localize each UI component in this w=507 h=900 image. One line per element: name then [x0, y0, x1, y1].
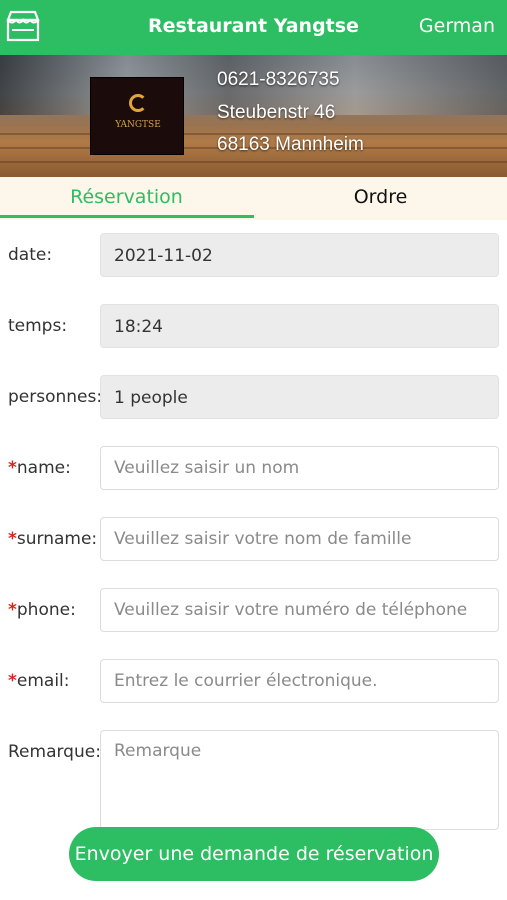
email-label-text: email:	[16, 671, 70, 691]
logo-swirl-icon	[129, 94, 147, 112]
submit-reservation-button[interactable]: Envoyer une demande de réservation	[69, 827, 439, 881]
tab-order[interactable]: Ordre	[254, 177, 507, 220]
remark-textarea[interactable]	[100, 730, 499, 830]
banner-plank	[0, 161, 507, 163]
top-bar: Restaurant Yangtse German	[0, 0, 507, 55]
name-input[interactable]	[100, 446, 499, 490]
restaurant-street: Steubenstr 46	[217, 102, 336, 123]
date-field[interactable]: 2021-11-02	[100, 233, 499, 277]
tab-bar: Réservation Ordre	[0, 177, 507, 220]
required-mark: *	[8, 529, 17, 549]
time-label: temps:	[8, 316, 68, 336]
surname-label-text: surname:	[16, 529, 98, 549]
language-selector[interactable]: German	[419, 15, 495, 37]
persons-label: personnes:	[8, 387, 103, 407]
restaurant-banner: YANGTSE 0621-8326735 Steubenstr 46 68163…	[0, 55, 507, 177]
persons-field[interactable]: 1 people	[100, 375, 499, 419]
phone-label-text: phone:	[16, 600, 76, 620]
email-input[interactable]	[100, 659, 499, 703]
tab-reservation[interactable]: Réservation	[0, 177, 253, 220]
logo-text: YANGTSE	[115, 120, 161, 130]
time-field[interactable]: 18:24	[100, 304, 499, 348]
restaurant-city: 68163 Mannheim	[217, 134, 364, 155]
required-mark: *	[8, 671, 17, 691]
name-label: *name:	[8, 458, 71, 478]
remark-label: Remarque:	[8, 742, 101, 762]
surname-input[interactable]	[100, 517, 499, 561]
restaurant-phone: 0621-8326735	[217, 69, 340, 90]
date-label: date:	[8, 245, 53, 265]
phone-label: *phone:	[8, 600, 76, 620]
required-mark: *	[8, 458, 17, 478]
active-tab-indicator	[0, 215, 254, 218]
surname-label: *surname:	[8, 529, 97, 549]
restaurant-logo: YANGTSE	[90, 77, 184, 155]
phone-input[interactable]	[100, 588, 499, 632]
name-label-text: name:	[16, 458, 71, 478]
required-mark: *	[8, 600, 17, 620]
email-label: *email:	[8, 671, 70, 691]
